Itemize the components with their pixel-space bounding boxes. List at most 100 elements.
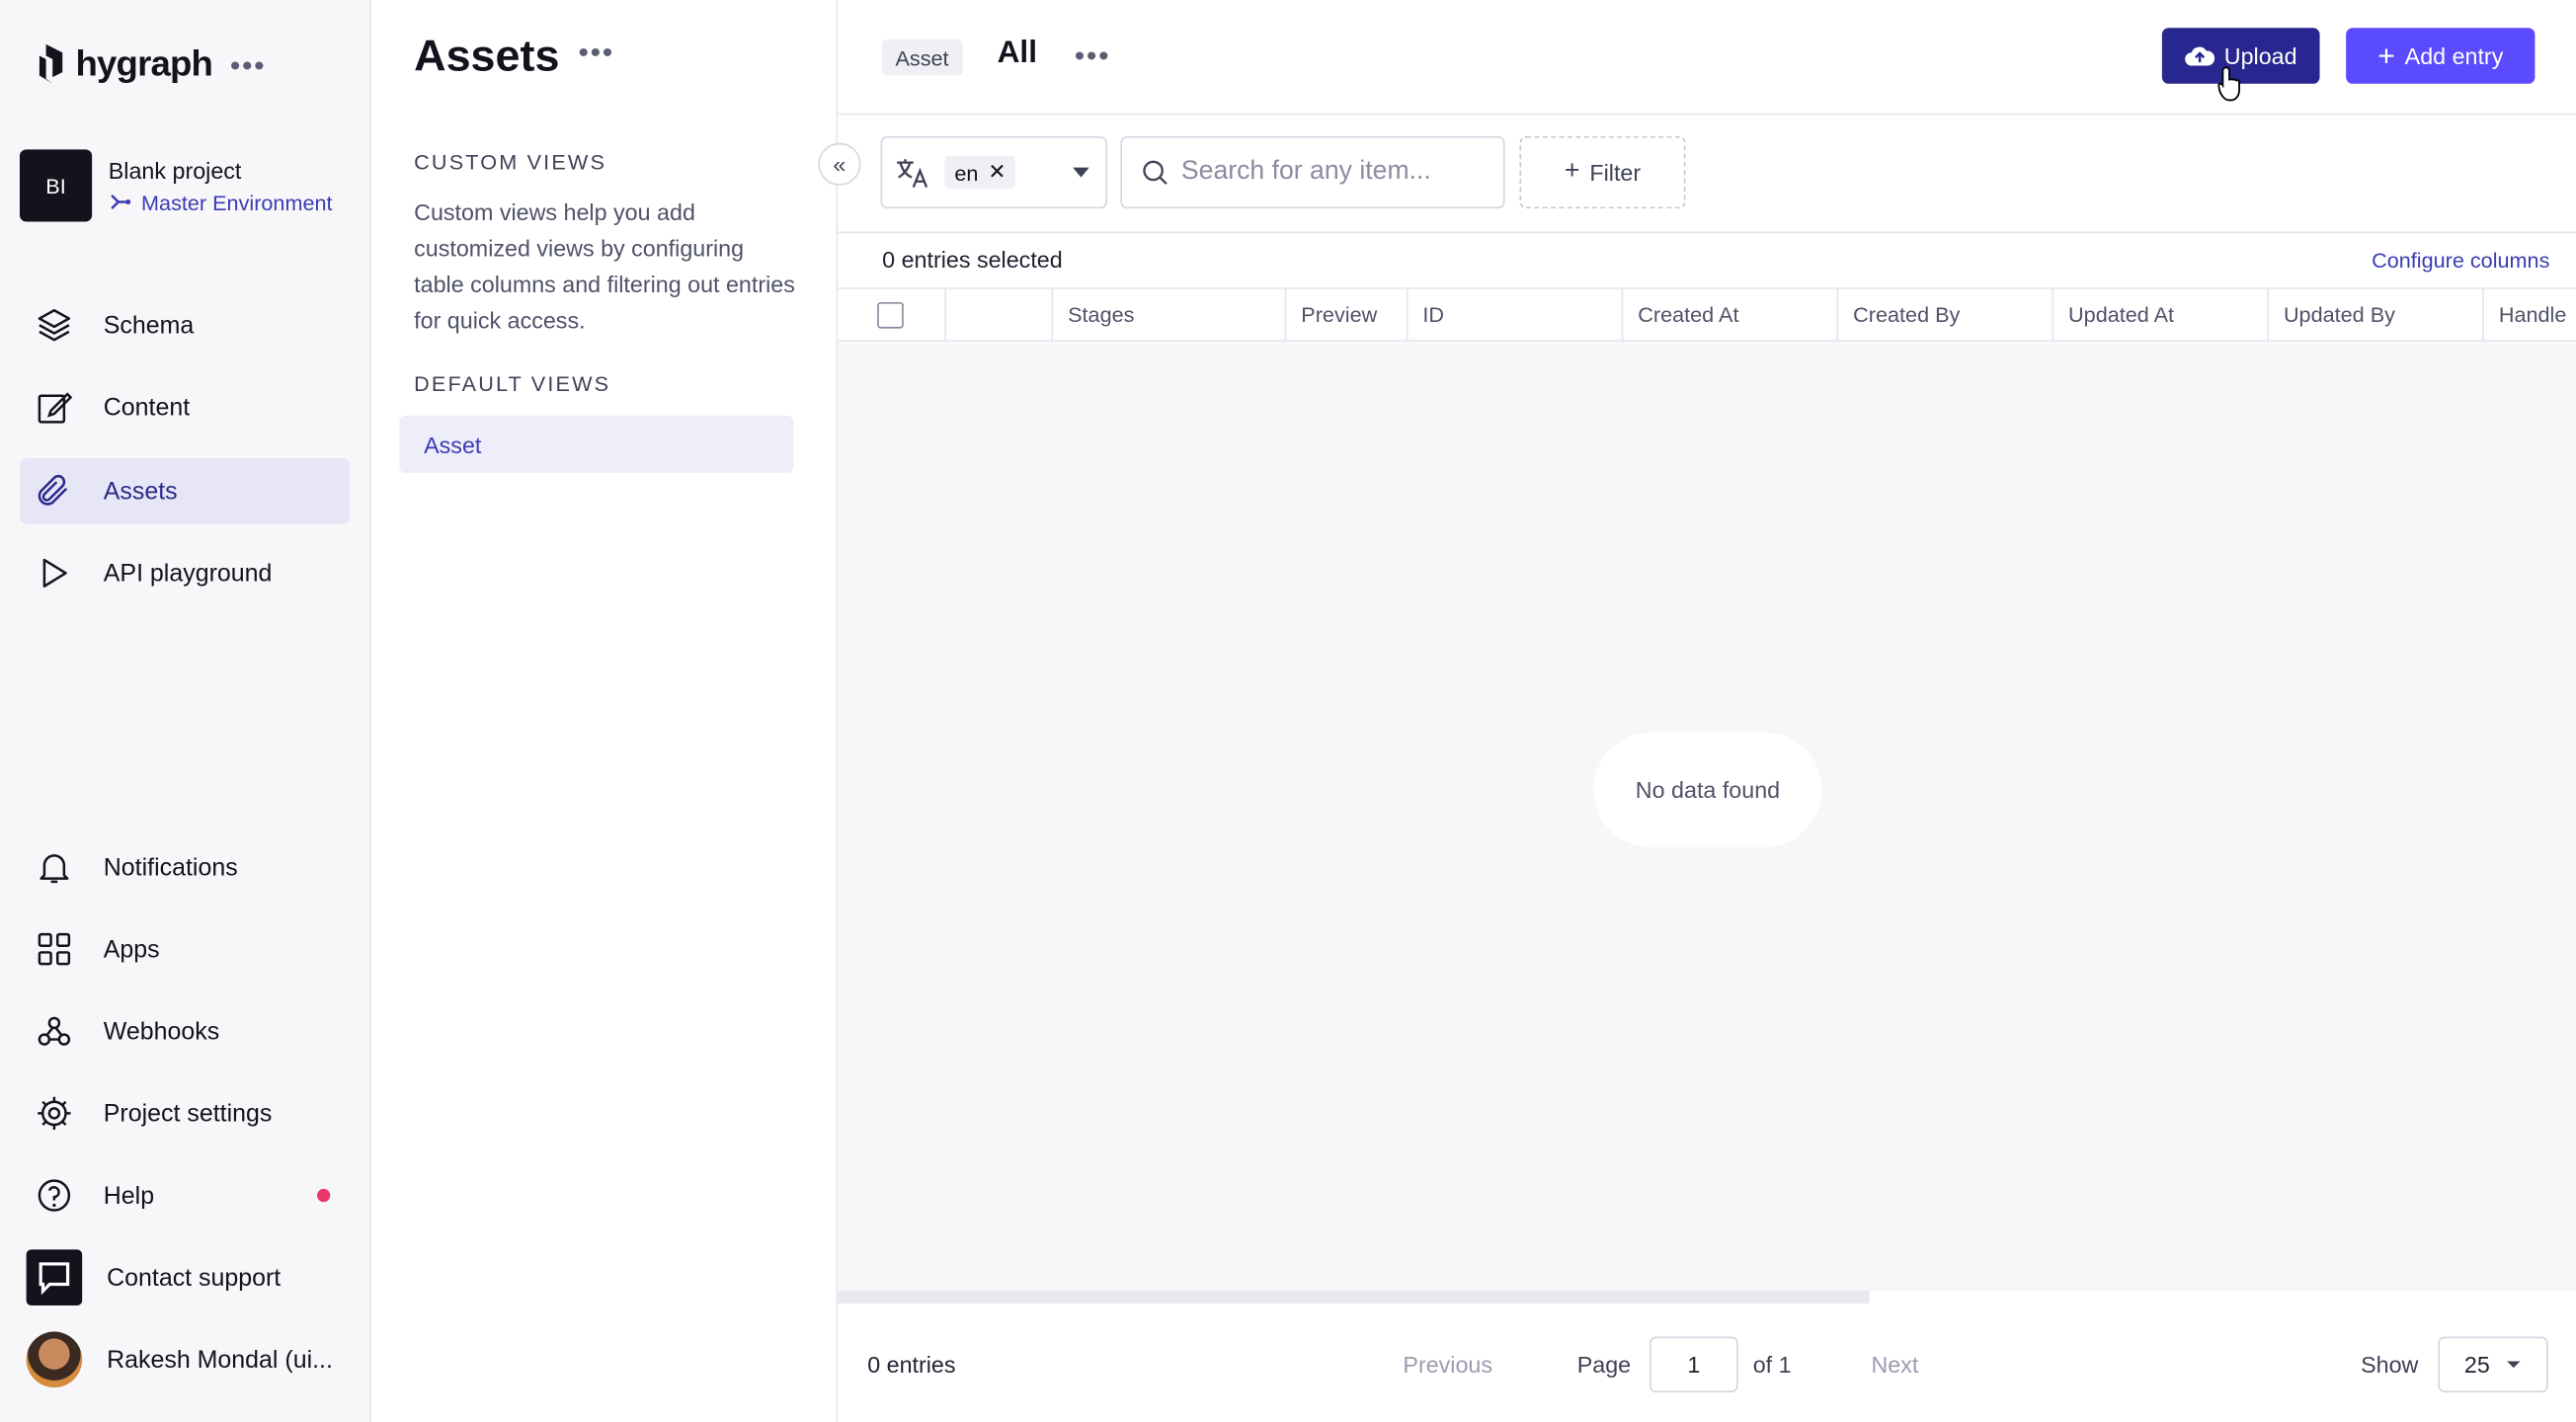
select-all-checkbox[interactable]	[877, 301, 904, 328]
cloud-upload-icon	[2184, 46, 2214, 66]
page-label: Page	[1576, 1351, 1632, 1379]
nav-item-label: Schema	[103, 311, 195, 340]
project-avatar: BI	[19, 149, 93, 222]
edit-icon	[38, 392, 73, 424]
pointer-cursor-icon	[2217, 66, 2240, 102]
views-panel: Assets ••• CUSTOM VIEWS Custom views hel…	[370, 0, 839, 1422]
header-bar: Asset All ••• Upload + Add entry	[838, 0, 2576, 116]
chat-icon	[26, 1249, 83, 1305]
selected-count: 0 entries selected	[882, 246, 1063, 274]
webhook-icon	[38, 1016, 71, 1046]
nav-item-help[interactable]: Help	[20, 1162, 350, 1228]
default-views-label: DEFAULT VIEWS	[414, 370, 611, 396]
brand-name: hygraph	[75, 42, 213, 84]
nav-item-content[interactable]: Content	[20, 374, 350, 440]
page-total: of 1	[1752, 1351, 1792, 1379]
gear-icon	[38, 1096, 71, 1131]
nav-item-user[interactable]: Rakesh Mondal (ui...	[20, 1327, 350, 1393]
branch-icon	[111, 194, 131, 210]
nav-item-label: Assets	[103, 477, 178, 506]
chevron-down-icon[interactable]	[1073, 167, 1089, 178]
close-icon[interactable]: ✕	[988, 159, 1006, 186]
nav-item-label: Webhooks	[103, 1017, 220, 1046]
project-name: Blank project	[108, 156, 242, 184]
add-entry-button[interactable]: + Add entry	[2346, 28, 2536, 84]
brand-logo[interactable]: hygraph	[37, 42, 213, 85]
empty-state: No data found	[1593, 732, 1822, 848]
locale-code: en	[954, 160, 979, 186]
horizontal-scrollbar[interactable]	[838, 1290, 1870, 1304]
user-avatar	[26, 1331, 83, 1388]
view-title: All	[997, 36, 1037, 71]
column-header-id[interactable]: ID	[1408, 288, 1624, 341]
entries-count: 0 entries	[867, 1351, 956, 1379]
double-chevron-left-icon: «	[833, 150, 846, 178]
page-title: Assets	[414, 31, 560, 81]
table-body: No data found	[838, 341, 2576, 1291]
page-size-select[interactable]: 25	[2438, 1336, 2548, 1393]
user-name: Rakesh Mondal (ui...	[107, 1345, 333, 1374]
more-dots-icon[interactable]: •••	[230, 49, 266, 84]
layers-icon	[38, 309, 71, 342]
bell-icon	[40, 854, 69, 884]
configure-columns-link[interactable]: Configure columns	[2372, 248, 2549, 273]
nav-item-webhooks[interactable]: Webhooks	[20, 998, 350, 1065]
column-header-created-by[interactable]: Created By	[1838, 288, 2054, 341]
environment-name: Master Environment	[141, 190, 333, 214]
filter-button[interactable]: + Filter	[1519, 136, 1686, 209]
nav-item-assets[interactable]: Assets	[19, 457, 351, 524]
nav-item-contact-support[interactable]: Contact support	[20, 1244, 350, 1310]
grid-icon	[38, 932, 71, 966]
environment-link[interactable]: Master Environment	[109, 190, 333, 214]
plus-icon: +	[2377, 39, 2395, 73]
collapse-panel-button[interactable]: «	[818, 142, 861, 186]
nav-item-schema[interactable]: Schema	[20, 292, 350, 358]
table-header: Stages Preview ID Created At Created By …	[838, 286, 2576, 342]
page-size-value: 25	[2463, 1351, 2490, 1379]
project-switcher[interactable]: BI Blank project Master Environment	[19, 149, 333, 222]
nav-item-label: Apps	[103, 934, 160, 964]
column-header-updated-at[interactable]: Updated At	[2053, 288, 2269, 341]
previous-page-button[interactable]: Previous	[1403, 1352, 1492, 1379]
paperclip-icon	[38, 474, 67, 506]
pagination-footer: 0 entries Previous Page 1 of 1 Next Show…	[838, 1304, 2576, 1422]
locale-chip[interactable]: en ✕	[944, 155, 1016, 190]
model-badge[interactable]: Asset	[882, 39, 962, 76]
column-header-created-at[interactable]: Created At	[1623, 288, 1839, 341]
nav-item-notifications[interactable]: Notifications	[20, 834, 350, 901]
locale-select[interactable]: en ✕	[880, 136, 1108, 209]
view-item-asset[interactable]: Asset	[399, 415, 794, 473]
help-notification-dot	[317, 1188, 331, 1203]
nav-item-label: API playground	[103, 559, 273, 588]
select-all-cell	[838, 288, 947, 341]
main-sidebar: hygraph ••• BI Blank project Master Envi…	[0, 0, 371, 1422]
column-header-updated-by[interactable]: Updated By	[2269, 288, 2484, 341]
nav-item-label: Contact support	[107, 1263, 282, 1292]
more-dots-icon[interactable]: •••	[1075, 40, 1110, 74]
column-header-handle[interactable]: Handle	[2484, 289, 2576, 341]
add-entry-label: Add entry	[2404, 42, 2504, 69]
help-icon	[38, 1179, 71, 1212]
next-page-button[interactable]: Next	[1871, 1352, 1918, 1379]
search-input[interactable]: Search for any item...	[1120, 136, 1505, 209]
filter-label: Filter	[1589, 159, 1642, 186]
filter-toolbar: en ✕ Search for any item... + Filter	[838, 115, 2576, 234]
column-header-blank	[946, 288, 1054, 341]
main-content: Asset All ••• Upload + Add entry en ✕ Se…	[838, 0, 2576, 1422]
hygraph-logo-icon	[39, 43, 63, 84]
more-dots-icon[interactable]: •••	[578, 37, 613, 71]
nav-item-apps[interactable]: Apps	[20, 916, 350, 983]
play-icon	[42, 558, 67, 588]
column-header-stages[interactable]: Stages	[1053, 288, 1287, 341]
search-placeholder: Search for any item...	[1180, 157, 1431, 186]
column-header-preview[interactable]: Preview	[1286, 288, 1409, 341]
nav-item-project-settings[interactable]: Project settings	[20, 1080, 350, 1146]
nav-item-label: Help	[103, 1181, 155, 1210]
show-label: Show	[2361, 1351, 2419, 1379]
search-icon	[1143, 160, 1167, 186]
plus-icon: +	[1564, 157, 1580, 186]
selection-bar: 0 entries selected Configure columns	[838, 233, 2576, 287]
nav-item-api-playground[interactable]: API playground	[20, 540, 350, 606]
nav-item-label: Project settings	[103, 1099, 273, 1128]
page-number-input[interactable]: 1	[1649, 1336, 1738, 1393]
